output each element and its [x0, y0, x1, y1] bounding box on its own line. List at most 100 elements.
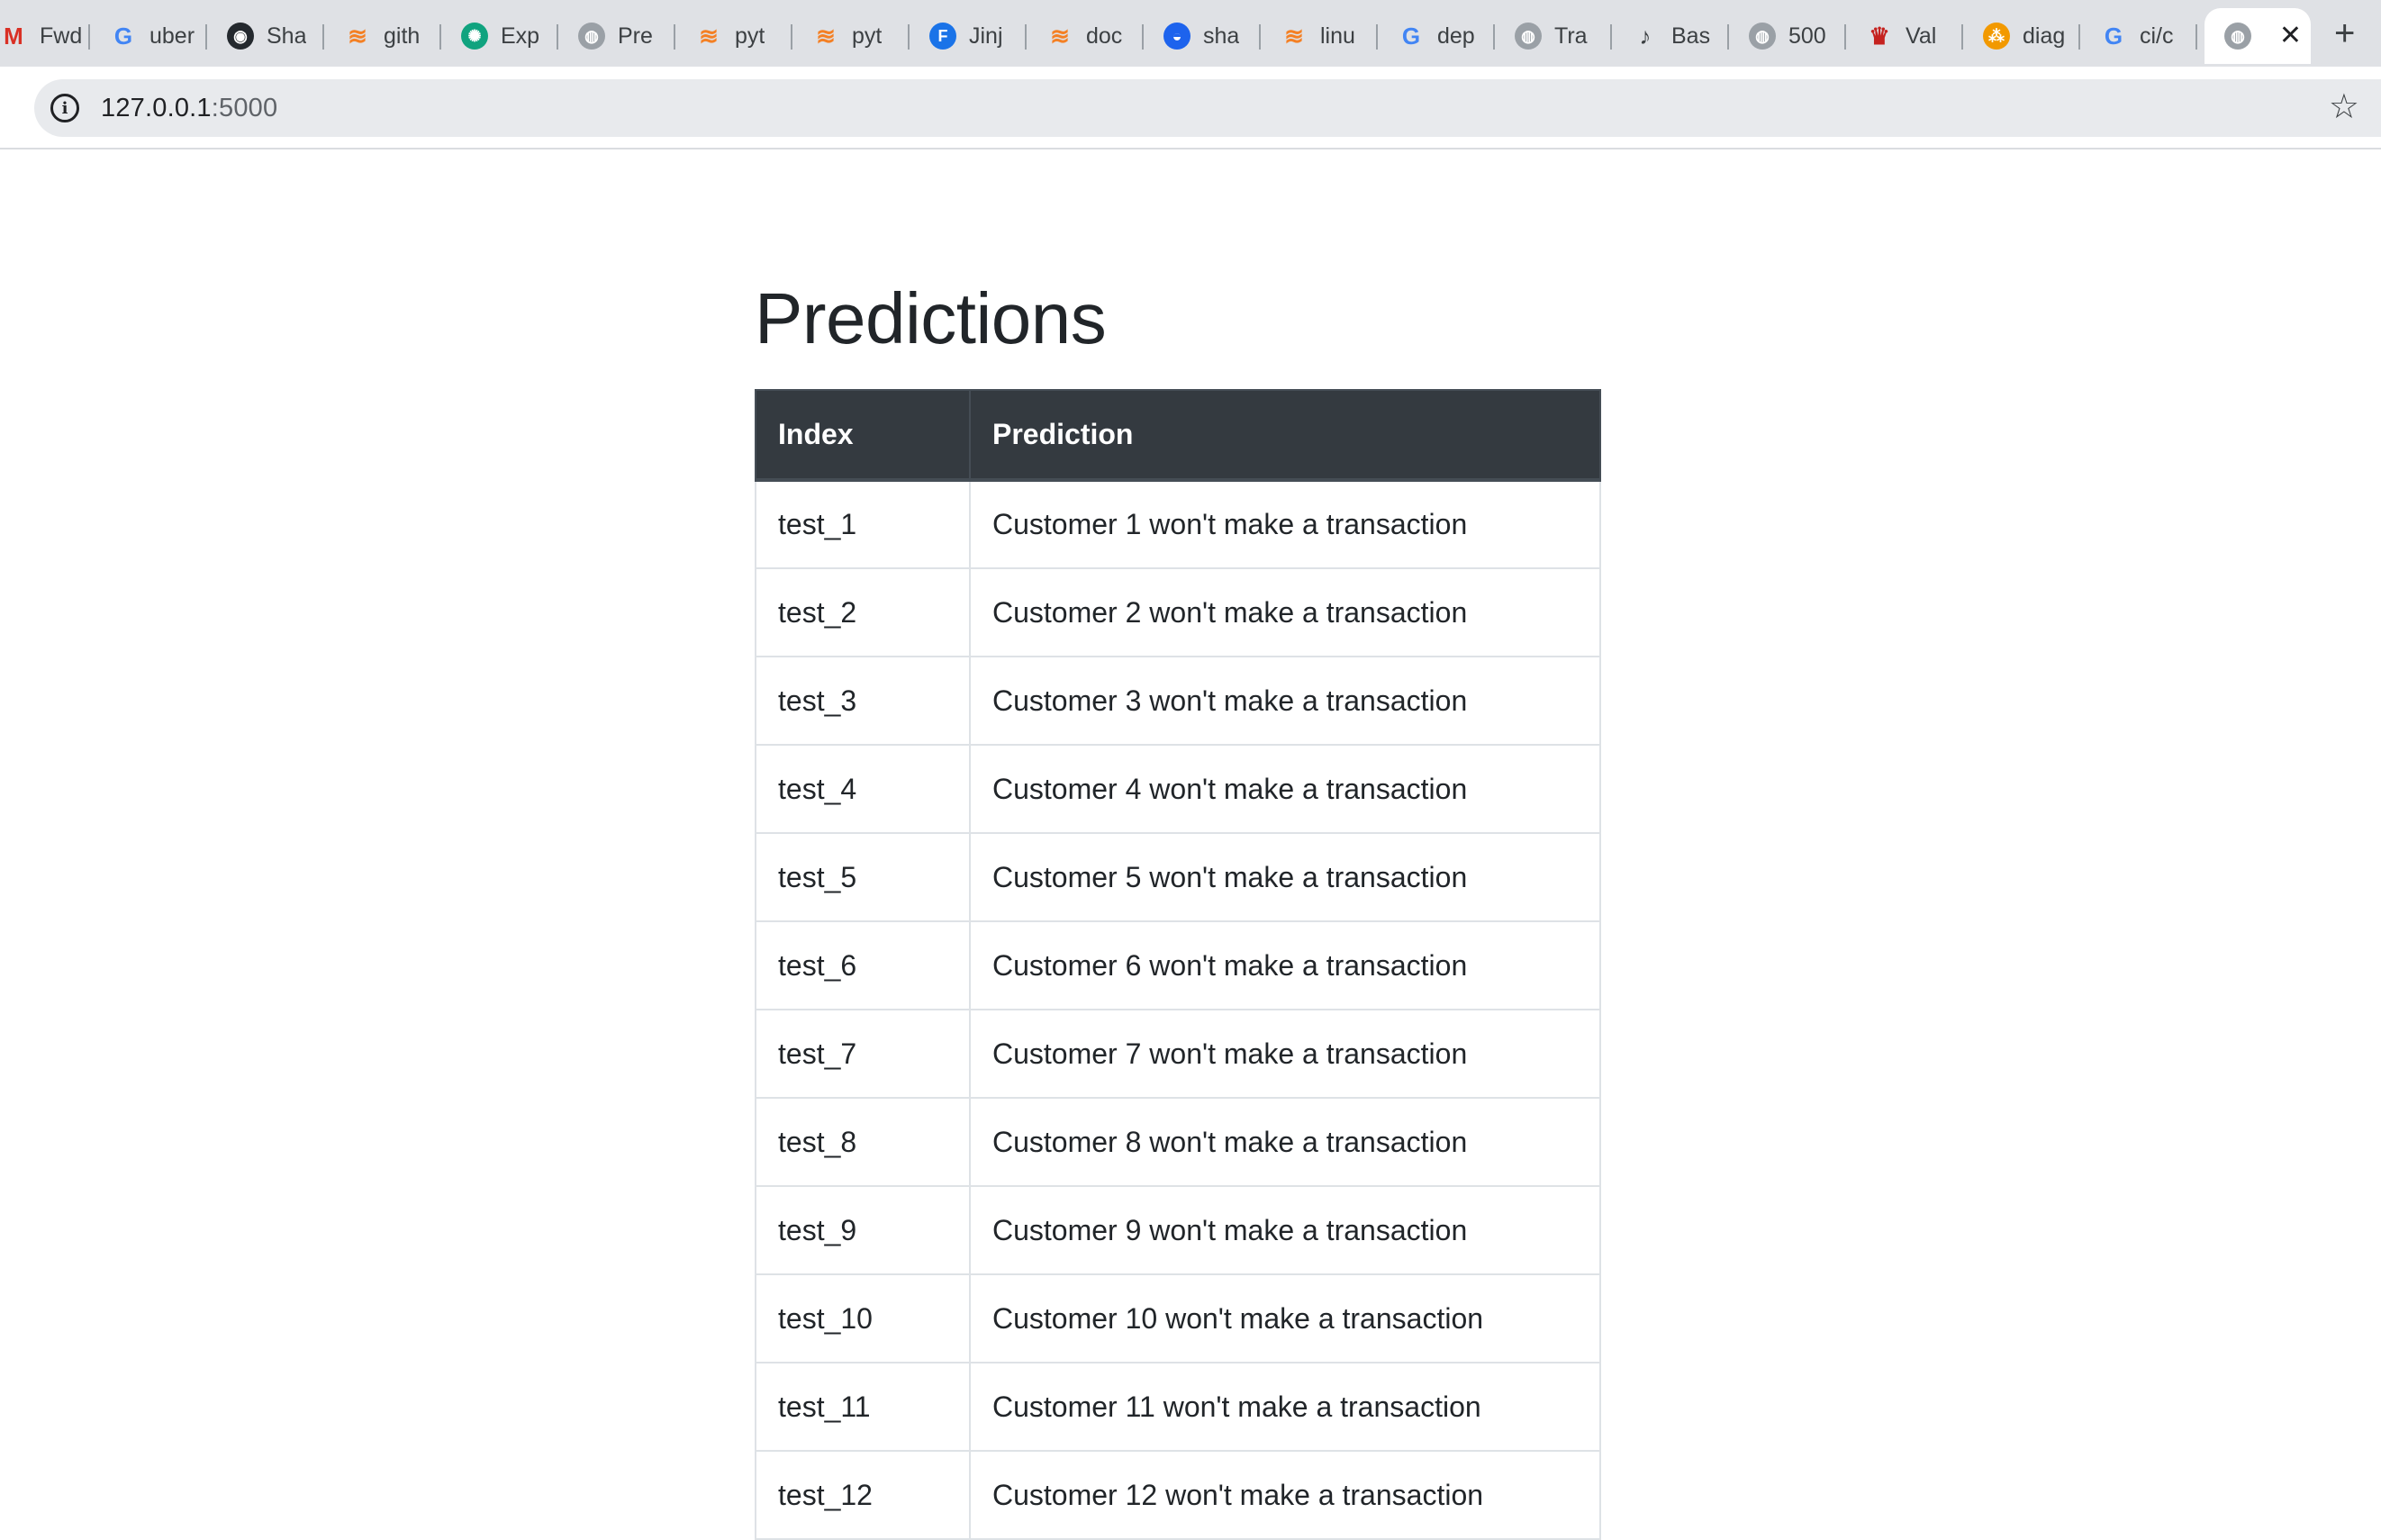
browser-tab[interactable]: ♛ Val	[1846, 8, 1963, 64]
cell-index: test_12	[755, 1450, 971, 1540]
browser-tab[interactable]: ≋ linu	[1261, 8, 1378, 64]
site-info-icon[interactable]: i	[50, 94, 79, 122]
tab-list: M Fwd Guber ◉ Sha ≋ gith ✺ Exp ◍ Pre ≋ pyt ≋ pyt F Jinj ≋…	[0, 0, 2197, 67]
cell-index: test_2	[755, 567, 971, 657]
stackoverflow-icon: ≋	[699, 22, 719, 50]
url-port: :5000	[211, 93, 278, 122]
table-row: test_12 Customer 12 won't make a transact…	[755, 1450, 1601, 1540]
google-icon: G	[2104, 22, 2123, 50]
table-row: test_4 Customer 4 won't make a transactio…	[755, 744, 1601, 834]
page-title: Predictions	[755, 278, 1107, 358]
browser-tab[interactable]: ♪ Bas	[1612, 8, 1729, 64]
tab-title: Sha	[267, 23, 307, 49]
tab-title: Val	[1906, 23, 1937, 49]
tab-title: Pre	[618, 23, 653, 49]
globe-icon: ◍	[578, 23, 605, 50]
cell-index: test_7	[755, 1009, 971, 1099]
close-tab-icon[interactable]: ✕	[2279, 23, 2302, 50]
address-bar[interactable]: i 127.0.0.1:5000 ☆	[34, 79, 2381, 137]
table-row: test_5 Customer 5 won't make a transactio…	[755, 832, 1601, 922]
stackoverflow-icon: ≋	[1050, 22, 1070, 50]
table-row: test_2 Customer 2 won't make a transactio…	[755, 567, 1601, 657]
stackoverflow-icon: ≋	[348, 22, 367, 50]
cell-prediction: Customer 11 won't make a transaction	[969, 1362, 1601, 1452]
cell-index: test_5	[755, 832, 971, 922]
tab-title: 500	[1788, 23, 1826, 49]
browser-tab[interactable]: ◍ Tra	[1495, 8, 1612, 64]
chatgpt-icon: ✺	[461, 23, 488, 50]
active-tab[interactable]: ◍ ✕	[2204, 8, 2311, 64]
diagram-icon: ⁂	[1983, 23, 2010, 50]
browser-tab[interactable]: Guber	[90, 8, 207, 64]
table-row: test_8 Customer 8 won't make a transactio…	[755, 1097, 1601, 1187]
cell-prediction: Customer 2 won't make a transaction	[969, 567, 1601, 657]
tab-title: linu	[1320, 23, 1355, 49]
cell-prediction: Customer 4 won't make a transaction	[969, 744, 1601, 834]
browser-tab[interactable]: ⁂ diag	[1963, 8, 2080, 64]
guitar-icon: ♪	[1639, 22, 1652, 50]
browser-tab[interactable]: ◒ sha	[1144, 8, 1261, 64]
gmail-icon: M	[4, 22, 23, 50]
google-icon: G	[113, 22, 133, 50]
predictions-table: Index Prediction test_1 Customer 1 won't …	[755, 389, 1601, 1540]
browser-tab[interactable]: ≋ pyt	[675, 8, 792, 64]
table-row: test_9 Customer 9 won't make a transactio…	[755, 1185, 1601, 1275]
cell-index: test_3	[755, 656, 971, 746]
tab-title: dep	[1437, 23, 1475, 49]
browser-tab[interactable]: ◍ 500	[1729, 8, 1846, 64]
globe-icon: ◍	[1515, 23, 1542, 50]
tab-title: pyt	[852, 23, 883, 49]
crown-icon: ♛	[1869, 22, 1890, 50]
cell-index: test_1	[755, 479, 971, 569]
browser-toolbar: i 127.0.0.1:5000 ☆	[0, 67, 2381, 149]
cell-index: test_11	[755, 1362, 971, 1452]
docker-icon: ◒	[1163, 23, 1190, 50]
table-row: test_1 Customer 1 won't make a transactio…	[755, 479, 1601, 569]
tab-title: gith	[384, 23, 421, 49]
browser-tab[interactable]: Gdep	[1378, 8, 1495, 64]
globe-icon: ◍	[1749, 23, 1776, 50]
browser-tab[interactable]: ≋ pyt	[792, 8, 910, 64]
tab-title: Jinj	[969, 23, 1003, 49]
f-icon: F	[929, 23, 956, 50]
tab-title: uber	[149, 23, 195, 49]
browser-tab[interactable]: F Jinj	[910, 8, 1027, 64]
cell-prediction: Customer 9 won't make a transaction	[969, 1185, 1601, 1275]
table-row: test_7 Customer 7 won't make a transactio…	[755, 1009, 1601, 1099]
cell-prediction: Customer 7 won't make a transaction	[969, 1009, 1601, 1099]
cell-index: test_10	[755, 1273, 971, 1363]
browser-tab[interactable]: ◉ Sha	[207, 8, 324, 64]
cell-prediction: Customer 3 won't make a transaction	[969, 656, 1601, 746]
cell-index: test_6	[755, 920, 971, 1010]
tab-title: sha	[1203, 23, 1240, 49]
page-content: Predictions Index Prediction test_1 Custo…	[0, 151, 2381, 1540]
tab-strip: M Fwd Guber ◉ Sha ≋ gith ✺ Exp ◍ Pre ≋ pyt ≋ pyt F Jinj ≋…	[0, 0, 2381, 67]
new-tab-button[interactable]: +	[2334, 15, 2355, 51]
browser-tab[interactable]: M Fwd	[0, 8, 90, 64]
cell-prediction: Customer 10 won't make a transaction	[969, 1273, 1601, 1363]
url-text[interactable]: 127.0.0.1:5000	[101, 94, 277, 123]
header-prediction: Prediction	[969, 389, 1601, 482]
browser-tab[interactable]: ≋ gith	[324, 8, 441, 64]
github-icon: ◉	[227, 23, 254, 50]
cell-index: test_8	[755, 1097, 971, 1187]
tab-title: Exp	[501, 23, 540, 49]
stackoverflow-icon: ≋	[816, 22, 836, 50]
browser-tab[interactable]: ✺ Exp	[441, 8, 558, 64]
cell-prediction: Customer 12 won't make a transaction	[969, 1450, 1601, 1540]
table-row: test_6 Customer 6 won't make a transactio…	[755, 920, 1601, 1010]
bookmark-star-icon[interactable]: ☆	[2329, 90, 2359, 124]
browser-tab[interactable]: ≋ doc	[1027, 8, 1144, 64]
browser-tab[interactable]: Gci/c	[2080, 8, 2197, 64]
tab-title: ci/c	[2140, 23, 2174, 49]
tab-title: Bas	[1671, 23, 1711, 49]
tab-title: Tra	[1554, 23, 1588, 49]
table-body: test_1 Customer 1 won't make a transactio…	[755, 479, 1601, 1540]
header-index: Index	[755, 389, 971, 482]
tab-title: pyt	[735, 23, 765, 49]
cell-prediction: Customer 1 won't make a transaction	[969, 479, 1601, 569]
tab-title: Fwd	[40, 23, 81, 49]
browser-tab[interactable]: ◍ Pre	[558, 8, 675, 64]
table-header: Index Prediction	[755, 389, 1601, 482]
cell-prediction: Customer 6 won't make a transaction	[969, 920, 1601, 1010]
